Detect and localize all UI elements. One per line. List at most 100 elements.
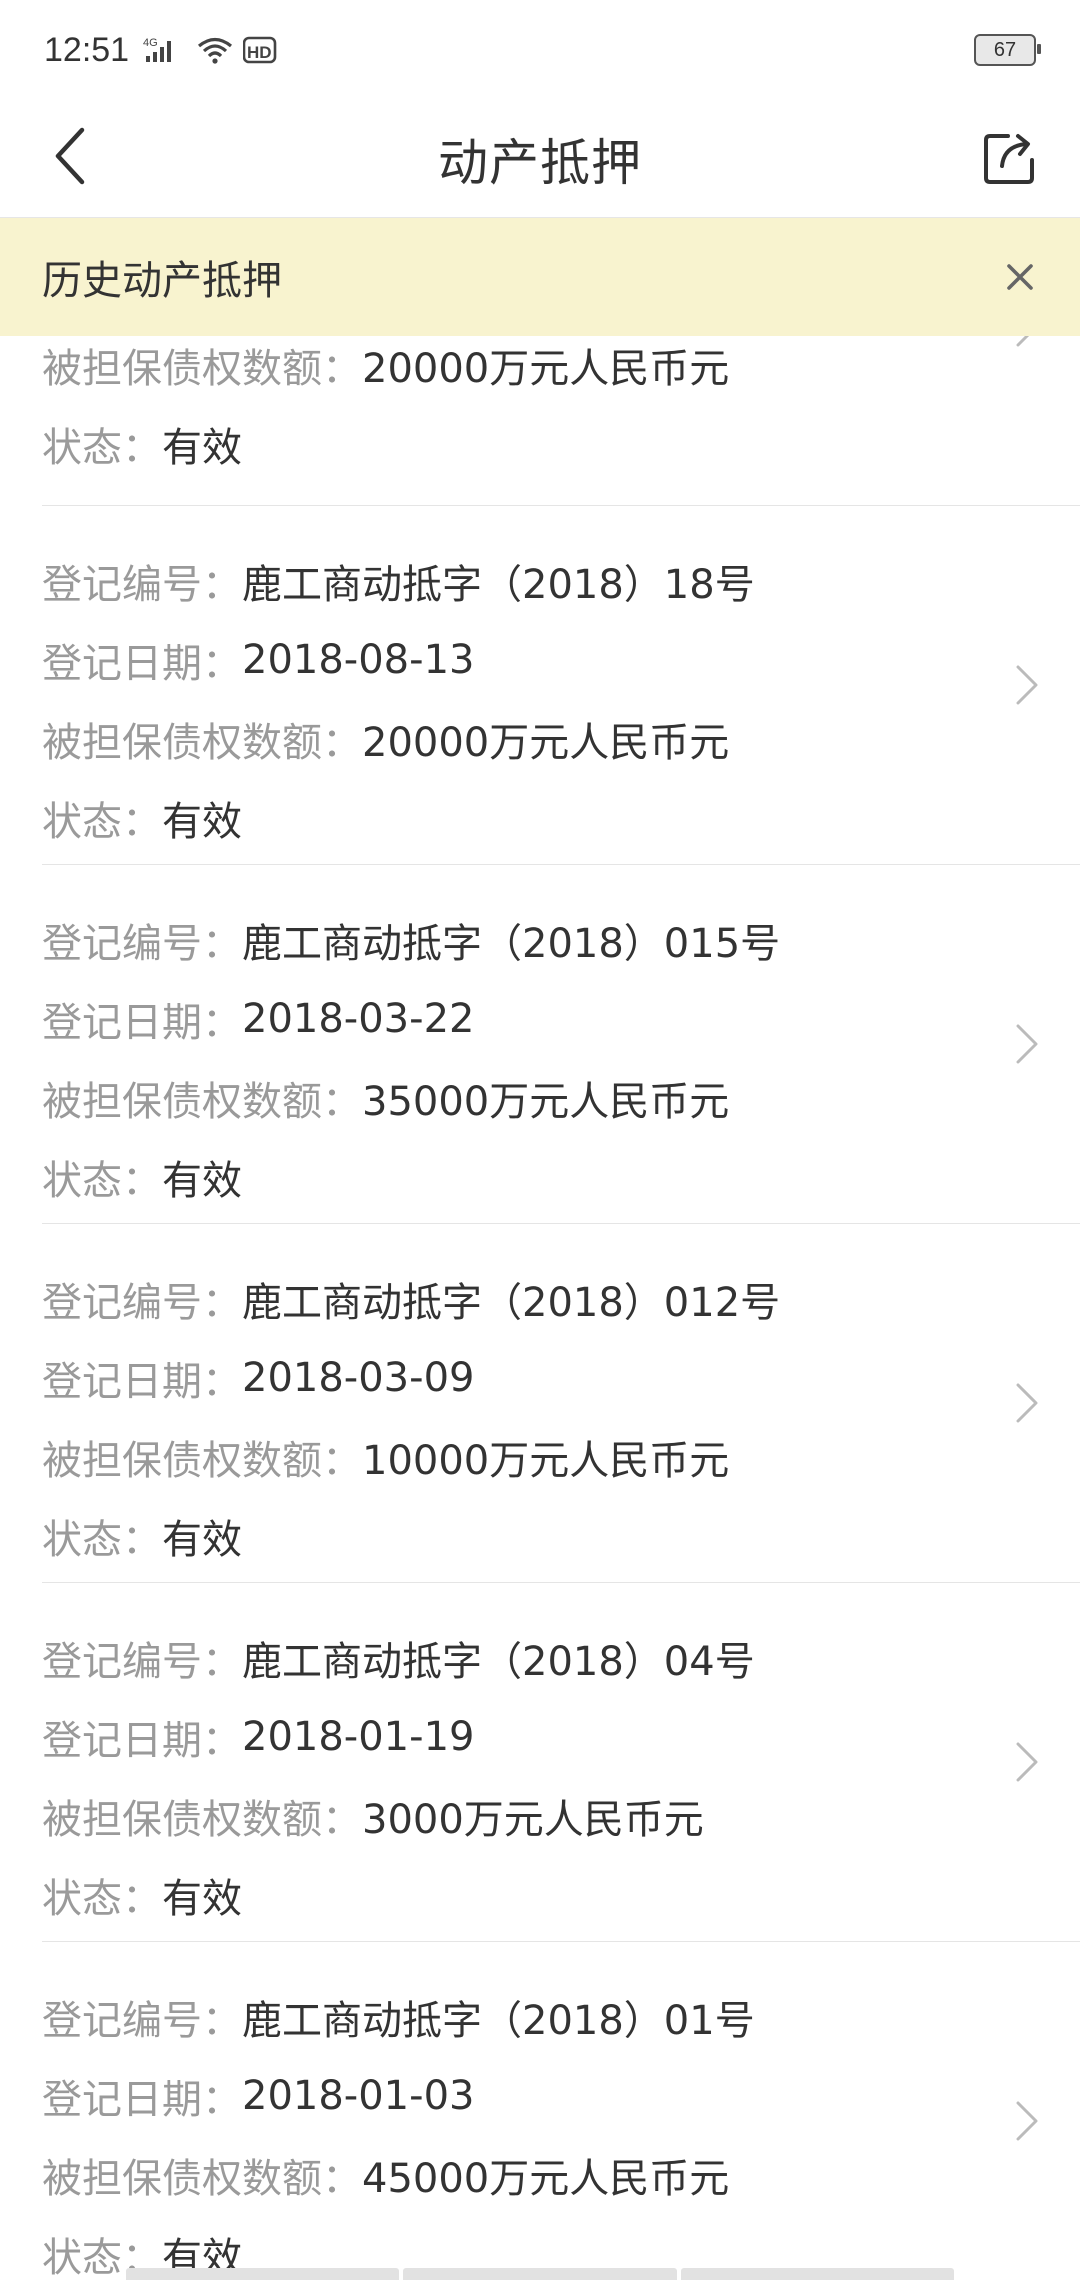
list-item-partial[interactable]: 被担保债权数额： 20000万元人民币元 状态： 有效 — [42, 307, 1080, 506]
status-row: 状态： 有效 — [42, 1496, 1080, 1575]
status-value: 有效 — [162, 1875, 242, 1922]
network-type: 4G — [143, 37, 158, 49]
list-item[interactable]: 登记编号： 鹿工商动抵字（2018）012号 登记日期： 2018-03-09 … — [42, 1224, 1080, 1583]
share-icon — [984, 134, 1034, 184]
amount-row: 被担保债权数额： 20000万元人民币元 — [42, 699, 1080, 778]
hd-label: HD — [247, 43, 272, 62]
amount-row: 被担保债权数额： 10000万元人民币元 — [42, 1417, 1080, 1496]
close-icon — [1007, 264, 1033, 290]
reg-no-label: 登记编号： — [42, 1997, 242, 2044]
reg-date-value: 2018-01-03 — [242, 2072, 475, 2119]
reg-date-value: 2018-01-19 — [242, 1713, 475, 1760]
chevron-right-icon — [1016, 2101, 1038, 2141]
status-row: 状态： 有效 — [42, 1137, 1080, 1216]
amount-label: 被担保债权数额： — [42, 1078, 362, 1125]
reg-no-value: 鹿工商动抵字（2018）04号 — [242, 1638, 755, 1685]
reg-no-label: 登记编号： — [42, 561, 242, 608]
status-bar: 12:51 4G HD 67 — [0, 0, 1080, 100]
banner-text: 历史动产抵押 — [42, 258, 282, 304]
status-row: 状态： 有效 — [42, 404, 242, 483]
reg-date-row: 登记日期： 2018-03-09 — [42, 1338, 1080, 1417]
chevron-right-icon — [1016, 665, 1038, 705]
status-label: 状态： — [42, 1875, 162, 1922]
battery-icon: 67 — [974, 34, 1041, 66]
amount-row: 被担保债权数额： 20000万元人民币元 — [42, 325, 729, 404]
reg-no-row: 登记编号： 鹿工商动抵字（2018）012号 — [42, 1259, 1080, 1338]
share-button[interactable] — [970, 118, 1050, 198]
reg-no-label: 登记编号： — [42, 1638, 242, 1685]
reg-date-value: 2018-03-22 — [242, 995, 475, 1042]
reg-no-label: 登记编号： — [42, 1279, 242, 1326]
reg-no-value: 鹿工商动抵字（2018）015号 — [242, 920, 781, 967]
status-value: 有效 — [162, 1516, 242, 1563]
status-icons: 4G HD — [143, 35, 277, 65]
bottom-bar-edge — [126, 2268, 954, 2280]
bottom-bar-segment — [403, 2268, 677, 2280]
reg-date-row: 登记日期： 2018-01-03 — [42, 2056, 1080, 2135]
hd-icon: HD — [243, 36, 277, 64]
reg-date-label: 登记日期： — [42, 2076, 242, 2123]
amount-label: 被担保债权数额： — [42, 345, 362, 392]
chevron-left-icon — [55, 127, 85, 185]
bottom-bar-segment — [126, 2268, 400, 2280]
reg-date-label: 登记日期： — [42, 640, 242, 687]
reg-no-row: 登记编号： 鹿工商动抵字（2018）18号 — [42, 541, 1080, 620]
amount-label: 被担保债权数额： — [42, 1796, 362, 1843]
back-button[interactable] — [30, 116, 110, 196]
status-left: 12:51 4G HD — [44, 31, 277, 70]
amount-row: 被担保债权数额： 45000万元人民币元 — [42, 2135, 1080, 2214]
amount-value: 45000万元人民币元 — [362, 2155, 730, 2202]
reg-date-label: 登记日期： — [42, 1717, 242, 1764]
amount-value: 35000万元人民币元 — [362, 1078, 730, 1125]
reg-no-value: 鹿工商动抵字（2018）01号 — [242, 1997, 755, 2044]
history-banner: 历史动产抵押 — [0, 218, 1080, 336]
reg-no-label: 登记编号： — [42, 920, 242, 967]
reg-date-row: 登记日期： 2018-08-13 — [42, 620, 1080, 699]
list-item[interactable]: 登记编号： 鹿工商动抵字（2018）015号 登记日期： 2018-03-22 … — [42, 865, 1080, 1224]
reg-date-label: 登记日期： — [42, 1358, 242, 1405]
screen: 12:51 4G HD 67 动产抵押 历史动产抵押 被担保债权数额： 2000… — [0, 0, 1080, 2280]
bottom-bar-segment — [680, 2268, 954, 2280]
amount-value: 20000万元人民币元 — [362, 345, 730, 392]
status-label: 状态： — [42, 1157, 162, 1204]
status-value: 有效 — [162, 424, 242, 471]
status-value: 有效 — [162, 1157, 242, 1204]
amount-label: 被担保债权数额： — [42, 1437, 362, 1484]
status-row: 状态： 有效 — [42, 778, 1080, 857]
reg-no-value: 鹿工商动抵字（2018）012号 — [242, 1279, 781, 1326]
list-item[interactable]: 登记编号： 鹿工商动抵字（2018）01号 登记日期： 2018-01-03 被… — [42, 1942, 1080, 2280]
mortgage-list: 被担保债权数额： 20000万元人民币元 状态： 有效 登记编号： 鹿工商动抵字… — [0, 307, 1080, 2280]
reg-no-row: 登记编号： 鹿工商动抵字（2018）015号 — [42, 900, 1080, 979]
status-label: 状态： — [42, 1516, 162, 1563]
wifi-icon — [198, 37, 233, 64]
status-time: 12:51 — [44, 30, 130, 69]
banner-close-button[interactable] — [990, 247, 1050, 307]
nav-bar: 动产抵押 — [0, 100, 1080, 218]
list-item[interactable]: 登记编号： 鹿工商动抵字（2018）04号 登记日期： 2018-01-19 被… — [42, 1583, 1080, 1942]
signal-icon: 4G — [143, 37, 172, 62]
reg-date-label: 登记日期： — [42, 999, 242, 1046]
amount-value: 20000万元人民币元 — [362, 719, 730, 766]
reg-date-value: 2018-08-13 — [242, 636, 475, 683]
amount-value: 3000万元人民币元 — [362, 1796, 704, 1843]
reg-no-value: 鹿工商动抵字（2018）18号 — [242, 561, 755, 608]
chevron-right-icon — [1016, 1024, 1038, 1064]
reg-date-row: 登记日期： 2018-03-22 — [42, 979, 1080, 1058]
reg-date-row: 登记日期： 2018-01-19 — [42, 1697, 1080, 1776]
reg-date-value: 2018-03-09 — [242, 1354, 475, 1401]
status-label: 状态： — [42, 424, 162, 471]
reg-no-row: 登记编号： 鹿工商动抵字（2018）04号 — [42, 1618, 1080, 1697]
amount-value: 10000万元人民币元 — [362, 1437, 730, 1484]
amount-label: 被担保债权数额： — [42, 719, 362, 766]
status-label: 状态： — [42, 798, 162, 845]
battery-level: 67 — [993, 38, 1017, 61]
amount-row: 被担保债权数额： 3000万元人民币元 — [42, 1776, 1080, 1855]
amount-row: 被担保债权数额： 35000万元人民币元 — [42, 1058, 1080, 1137]
amount-label: 被担保债权数额： — [42, 2155, 362, 2202]
reg-no-row: 登记编号： 鹿工商动抵字（2018）01号 — [42, 1977, 1080, 2056]
list-item[interactable]: 登记编号： 鹿工商动抵字（2018）18号 登记日期： 2018-08-13 被… — [42, 506, 1080, 865]
page-title: 动产抵押 — [438, 133, 642, 192]
chevron-right-icon — [1016, 1742, 1038, 1782]
chevron-right-icon — [1016, 1383, 1038, 1423]
status-value: 有效 — [162, 798, 242, 845]
